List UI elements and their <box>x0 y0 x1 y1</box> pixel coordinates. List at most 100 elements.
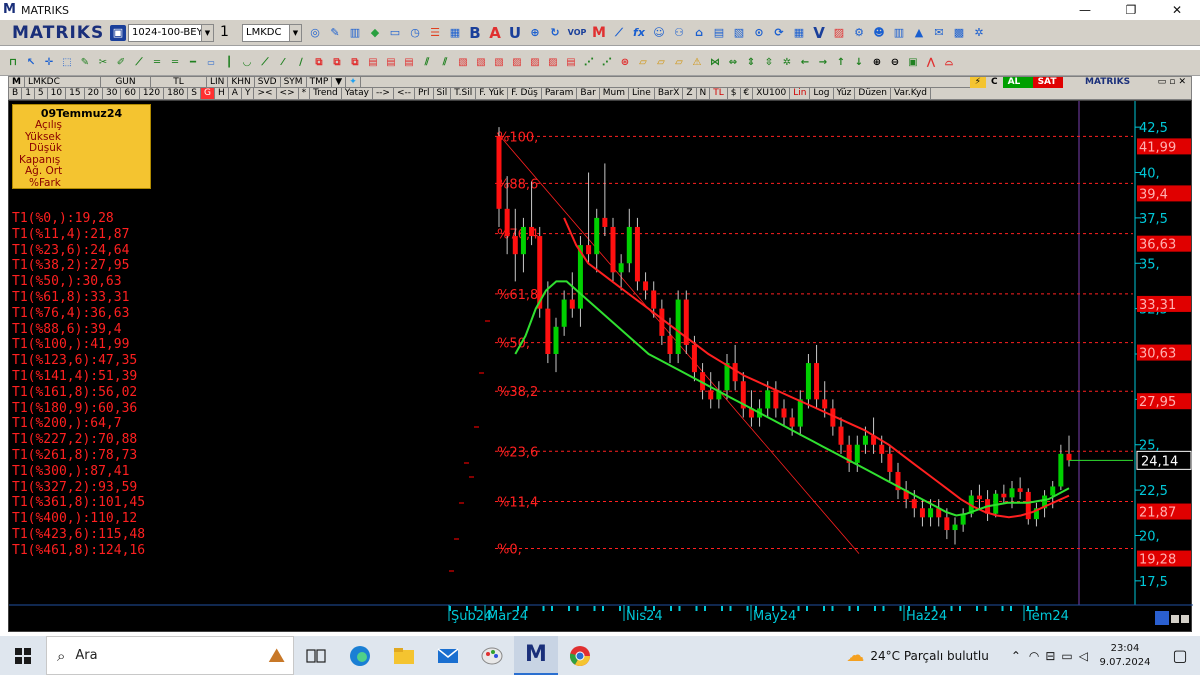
house-icon[interactable]: ⌂ <box>691 25 707 41</box>
pitchfork-icon[interactable]: ⋰ <box>582 56 596 70</box>
chart-toolbar-button[interactable]: N <box>697 88 711 99</box>
weather-icon[interactable]: ☁ <box>846 645 864 666</box>
tray-expand-icon[interactable]: ⌃ <box>1011 649 1021 663</box>
fibo-icon[interactable]: ▨ <box>546 56 560 70</box>
cursor-icon[interactable]: ↖ <box>24 56 38 70</box>
chart-toolbar-button[interactable]: * <box>299 88 311 99</box>
fibo-icon[interactable]: ▧ <box>492 56 506 70</box>
chart-toolbar-button[interactable]: <> <box>277 88 299 99</box>
file-explorer-icon[interactable] <box>382 636 426 675</box>
brush-icon[interactable]: ✐ <box>114 56 128 70</box>
arrow-lr-icon[interactable]: ⋈ <box>708 56 722 70</box>
chart-menu-button[interactable]: M <box>9 76 25 88</box>
chart-khn[interactable]: KHN <box>228 76 255 88</box>
fibo-icon[interactable]: ⧉ <box>330 56 344 70</box>
chart-toolbar-button[interactable]: 120 <box>140 88 165 99</box>
lock-icon[interactable]: ⊓ <box>6 56 20 70</box>
chart-icon[interactable]: ▨ <box>831 25 847 41</box>
pen-icon[interactable]: ✎ <box>327 25 343 41</box>
fibo-icon[interactable]: ▨ <box>528 56 542 70</box>
sell-button[interactable]: SAT <box>1032 77 1063 88</box>
user-icon[interactable]: ☻ <box>871 25 887 41</box>
chart-toolbar-button[interactable]: Prl <box>415 88 434 99</box>
chart-svd[interactable]: SVD <box>255 76 281 88</box>
refresh-icon[interactable]: ⟳ <box>771 25 787 41</box>
cycle-icon[interactable]: ⊛ <box>618 56 632 70</box>
chart-icon[interactable]: ▣ <box>906 56 920 70</box>
gear-icon[interactable]: ✲ <box>971 25 987 41</box>
chart-symbol[interactable]: LMKDC <box>25 76 101 88</box>
chart-toolbar-button[interactable]: 15 <box>66 88 85 99</box>
arrow-right-icon[interactable]: → <box>816 56 830 70</box>
fibo-icon[interactable]: ▧ <box>474 56 488 70</box>
chart-toolbar-button[interactable]: Var.Kyd <box>891 88 932 99</box>
page-number[interactable]: 1 <box>217 23 239 42</box>
ray-icon[interactable]: ⟋ <box>132 56 146 70</box>
chart-toolbar-button[interactable]: 20 <box>85 88 104 99</box>
fx-icon[interactable]: fx <box>631 25 647 41</box>
windows-start-button[interactable] <box>0 636 46 675</box>
cube-icon[interactable]: ◆ <box>367 25 383 41</box>
battery-icon[interactable]: ▭ <box>1061 649 1072 663</box>
note-icon[interactable]: ▱ <box>672 56 686 70</box>
bell-icon[interactable]: ▲ <box>911 25 927 41</box>
fibo-icon[interactable]: ▤ <box>402 56 416 70</box>
calculator-icon[interactable]: ▩ <box>951 25 967 41</box>
arrow-ud-icon[interactable]: ⇳ <box>762 56 776 70</box>
pitchfork-icon[interactable]: ⋰ <box>600 56 614 70</box>
chart-toolbar-button[interactable]: T.Sil <box>451 88 477 99</box>
chart-window-controls[interactable]: ▭ ▫ ✕ <box>1152 77 1191 88</box>
lightning-icon[interactable]: ⚡ <box>969 77 986 88</box>
fibo-icon[interactable]: ▤ <box>564 56 578 70</box>
news-widget-icon[interactable]: ⛰ <box>268 643 285 667</box>
arrow-ud-icon[interactable]: ⇕ <box>744 56 758 70</box>
chart-toolbar-button[interactable]: 5 <box>35 88 48 99</box>
chart-sym[interactable]: SYM <box>281 76 307 88</box>
note-icon[interactable]: ▱ <box>654 56 668 70</box>
chart-toolbar-button[interactable]: Yatay <box>342 88 373 99</box>
minimize-button[interactable]: — <box>1062 0 1108 20</box>
chart-toolbar-button[interactable]: <-- <box>394 88 416 99</box>
b-icon[interactable]: B <box>467 25 483 41</box>
people-icon[interactable]: ⚇ <box>671 25 687 41</box>
c-button[interactable]: C <box>985 77 1003 88</box>
chart-toolbar-button[interactable]: S <box>188 88 202 99</box>
settings-icon[interactable]: ⚙ <box>851 25 867 41</box>
list-icon[interactable]: ☰ <box>427 25 443 41</box>
weather-text[interactable]: 24°C Parçalı bulutlu <box>870 649 988 663</box>
chart-toolbar-button[interactable]: H <box>215 88 229 99</box>
chart-toolbar-button[interactable]: A <box>229 88 242 99</box>
chart-tmp[interactable]: TMP <box>307 76 333 88</box>
trend-icon[interactable]: ∕ <box>294 56 308 70</box>
zoom-icon[interactable]: ⊙ <box>751 25 767 41</box>
network-icon[interactable]: ⊟ <box>1045 649 1055 663</box>
arrow-lr-icon[interactable]: ⇔ <box>726 56 740 70</box>
chart-toolbar-button[interactable]: Düzen <box>855 88 892 99</box>
bar-icon[interactable]: ▥ <box>347 25 363 41</box>
chart-toolbar-button[interactable]: TL <box>710 88 728 99</box>
text-icon[interactable]: ▱ <box>636 56 650 70</box>
star-icon[interactable]: ✲ <box>780 56 794 70</box>
mail-icon[interactable]: ✉ <box>931 25 947 41</box>
clock-icon[interactable]: ◷ <box>407 25 423 41</box>
select-icon[interactable]: ⬚ <box>60 56 74 70</box>
taskbar-search[interactable]: ⌕ Ara ⛰ <box>46 636 294 675</box>
channel-icon[interactable]: ⫽ <box>438 56 452 70</box>
chart-currency[interactable]: TL <box>151 76 207 88</box>
chart-toolbar-button[interactable]: Y <box>242 88 255 99</box>
twitter-icon[interactable]: ✦ <box>346 76 361 88</box>
trend-icon[interactable]: ⟋ <box>258 56 272 70</box>
price-chart[interactable]: 42,540,37,535,32,530,27,525,22,520,17,5%… <box>8 100 1193 632</box>
v-icon[interactable]: V <box>811 25 827 41</box>
tools-icon[interactable]: ✂ <box>96 56 110 70</box>
mail-app-icon[interactable] <box>426 636 470 675</box>
symbol-select[interactable]: LMKDC ▼ <box>242 23 302 42</box>
zoom-in-icon[interactable]: ⊕ <box>870 56 884 70</box>
chart-toolbar-button[interactable]: --> <box>373 88 394 99</box>
vop-icon[interactable]: VOP <box>567 25 587 41</box>
grid-icon[interactable]: ▦ <box>791 25 807 41</box>
chart-toolbar-button[interactable]: Line <box>629 88 655 99</box>
chart-toolbar-button[interactable]: Lin <box>790 88 811 99</box>
layout-select[interactable]: 1024-100-BEYA ▼ <box>128 23 214 42</box>
zoom-out-icon[interactable]: ⊖ <box>888 56 902 70</box>
